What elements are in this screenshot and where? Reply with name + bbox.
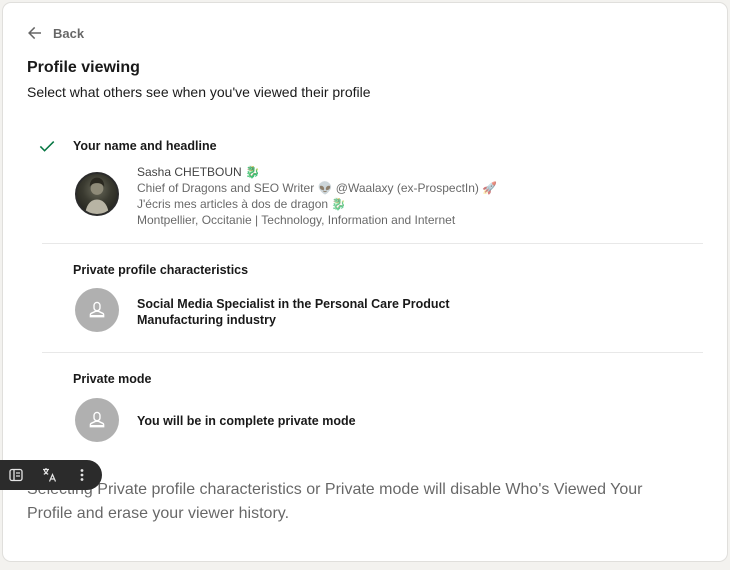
option-description: You will be in complete private mode bbox=[137, 414, 356, 428]
option-label: Your name and headline bbox=[73, 139, 217, 153]
option-private-mode[interactable]: Private mode You will be in complete pri… bbox=[42, 353, 703, 453]
arrow-left-icon bbox=[27, 25, 43, 41]
reader-icon[interactable] bbox=[5, 464, 27, 486]
ghost-person-icon bbox=[75, 288, 119, 332]
option-label: Private mode bbox=[73, 372, 152, 386]
profile-viewing-card: Back Profile viewing Select what others … bbox=[3, 3, 727, 561]
profile-preview: Sasha CHETBOUN 🐉 Chief of Dragons and SE… bbox=[137, 164, 497, 228]
page-title: Profile viewing bbox=[27, 59, 140, 76]
profile-tagline: J'écris mes articles à dos de dragon 🐉 bbox=[137, 197, 347, 211]
option-label: Private profile characteristics bbox=[73, 263, 249, 277]
option-description: Social Media Specialist in the Personal … bbox=[137, 297, 450, 327]
more-vertical-icon[interactable] bbox=[71, 464, 93, 486]
option-name-and-headline[interactable]: Your name and headline Sasha CHETBOUN 🐉 … bbox=[39, 125, 703, 243]
option-private-profile-characteristics[interactable]: Private profile characteristics Social M… bbox=[42, 244, 703, 352]
back-label: Back bbox=[53, 25, 85, 41]
footnote: Selecting Private profile characteristic… bbox=[27, 481, 643, 522]
floating-toolbar bbox=[0, 460, 102, 490]
back-button[interactable]: Back bbox=[27, 25, 84, 41]
translate-icon[interactable] bbox=[38, 464, 60, 486]
profile-headline: Chief of Dragons and SEO Writer 👽 @Waala… bbox=[137, 181, 498, 195]
profile-location: Montpellier, Occitanie | Technology, Inf… bbox=[137, 213, 456, 227]
avatar bbox=[75, 172, 119, 216]
page-subtitle: Select what others see when you've viewe… bbox=[27, 84, 371, 100]
checkmark-icon bbox=[38, 137, 56, 155]
profile-name: Sasha CHETBOUN 🐉 bbox=[137, 165, 260, 179]
ghost-person-icon bbox=[75, 398, 119, 442]
